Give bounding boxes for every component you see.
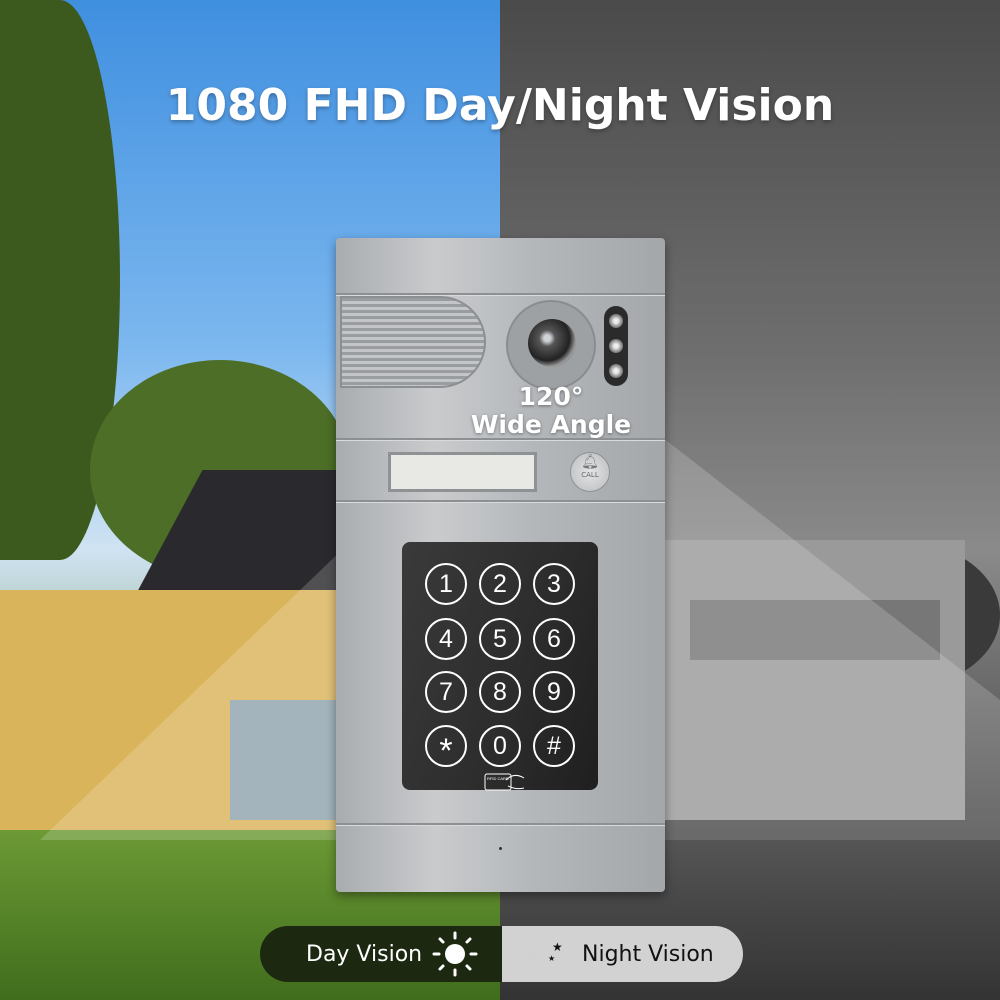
key-9[interactable]: 9 — [533, 671, 575, 713]
ir-leds — [604, 306, 628, 386]
keypad: 1 2 3 4 5 6 7 8 9 * 0 # RFID CARD — [402, 542, 598, 791]
rfid-card-icon: RFID CARD — [484, 773, 525, 791]
svg-text:★: ★ — [552, 940, 563, 954]
call-label: CALL — [581, 471, 599, 479]
camera-lens-icon — [528, 319, 576, 367]
angle-value: 120° — [518, 382, 584, 411]
key-hash[interactable]: # — [533, 725, 575, 767]
microphone-hole — [499, 847, 502, 850]
moon-stars-icon: ★ ★ — [531, 935, 563, 974]
key-4[interactable]: 4 — [425, 618, 467, 660]
key-5[interactable]: 5 — [479, 618, 521, 660]
divider — [336, 438, 665, 441]
key-star[interactable]: * — [425, 725, 467, 770]
angle-label: Wide Angle — [470, 410, 632, 439]
led-icon — [609, 339, 623, 353]
key-0[interactable]: 0 — [479, 725, 521, 767]
led-icon — [609, 364, 623, 378]
name-plate — [388, 452, 537, 492]
night-vision-label: Night Vision — [582, 941, 714, 967]
day-vision-badge: Day Vision — [260, 926, 502, 982]
divider — [336, 500, 665, 503]
door-station-panel: 120° Wide Angle 🔔︎ CALL 1 2 3 4 5 6 7 8 … — [336, 238, 665, 892]
call-button[interactable]: 🔔︎ CALL — [570, 452, 610, 492]
divider — [336, 823, 665, 826]
key-6[interactable]: 6 — [533, 618, 575, 660]
key-8[interactable]: 8 — [479, 671, 521, 713]
key-7[interactable]: 7 — [425, 671, 467, 713]
camera — [506, 300, 596, 390]
svg-text:★: ★ — [548, 954, 555, 963]
rfid-card-label: RFID CARD — [487, 776, 509, 781]
sun-icon — [432, 931, 478, 977]
key-3[interactable]: 3 — [533, 563, 575, 605]
night-vision-badge: ★ ★ Night Vision — [502, 926, 743, 982]
bell-icon: 🔔︎ — [581, 454, 599, 470]
key-1[interactable]: 1 — [425, 563, 467, 605]
key-2[interactable]: 2 — [479, 563, 521, 605]
headline: 1080 FHD Day/Night Vision — [165, 80, 835, 131]
led-icon — [609, 314, 623, 328]
day-vision-label: Day Vision — [306, 941, 423, 967]
speaker-grille — [340, 296, 486, 388]
